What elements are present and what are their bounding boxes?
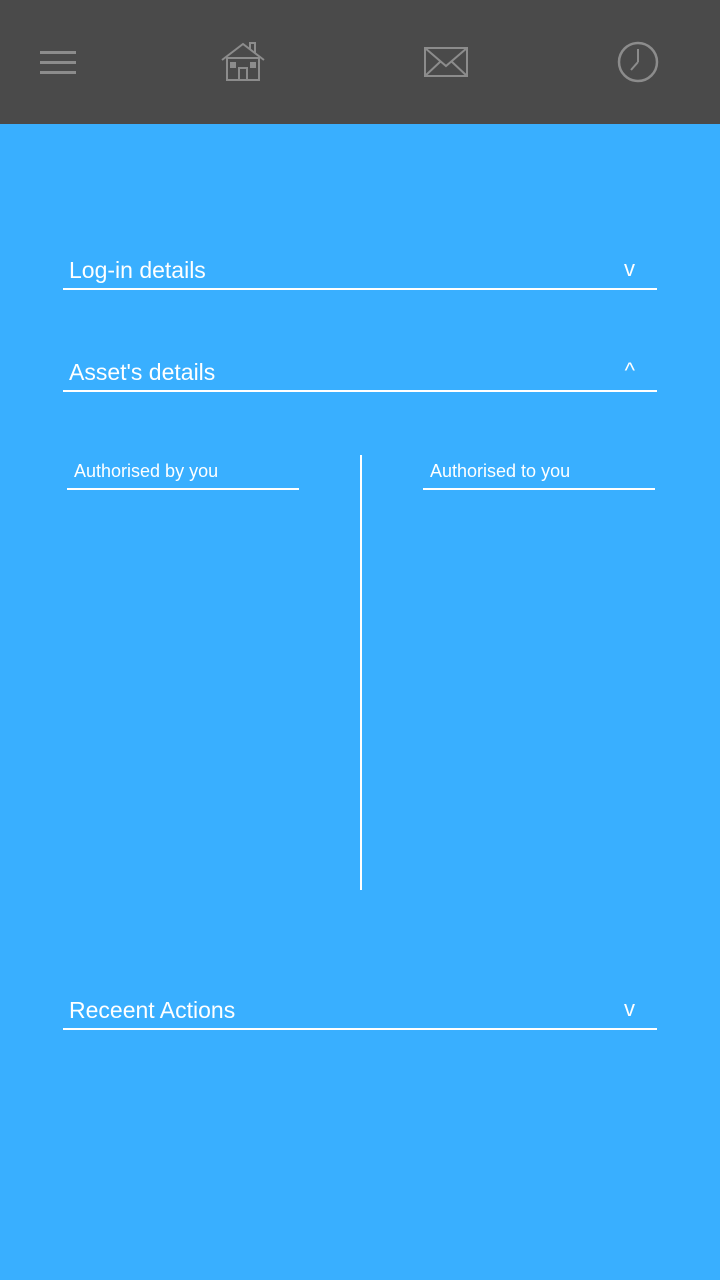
assets-details-header[interactable]: Asset's details ^ — [63, 346, 657, 392]
chevron-up-icon: ^ — [624, 358, 635, 383]
authorised-by-you-list — [63, 492, 353, 888]
menu-icon — [40, 51, 76, 74]
mail-icon — [424, 47, 468, 77]
tab-authorised-by-you-label: Authorised by you — [74, 461, 219, 481]
home-icon — [221, 42, 265, 81]
home-button[interactable] — [219, 38, 267, 86]
column-divider — [360, 455, 362, 890]
history-button[interactable] — [614, 38, 662, 86]
login-details-header[interactable]: Log-in details v — [63, 244, 657, 290]
tab-authorised-by-you[interactable]: Authorised by you — [67, 450, 299, 490]
recent-actions-header[interactable]: Receent Actions v — [63, 984, 657, 1030]
login-details-title: Log-in details — [69, 257, 206, 283]
clock-icon — [617, 41, 659, 83]
authorised-to-you-list — [368, 492, 658, 888]
menu-button[interactable] — [34, 38, 82, 86]
mail-button[interactable] — [422, 38, 470, 86]
recent-actions-title: Receent Actions — [69, 997, 236, 1023]
tab-authorised-to-you-label: Authorised to you — [430, 461, 571, 481]
app-screen: Log-in details v Asset's details ^ Autho… — [0, 0, 720, 1280]
chevron-down-icon: v — [624, 996, 635, 1021]
tab-authorised-to-you[interactable]: Authorised to you — [423, 450, 655, 490]
top-bar — [0, 0, 720, 124]
assets-details-title: Asset's details — [69, 359, 216, 385]
chevron-down-icon: v — [624, 256, 635, 281]
